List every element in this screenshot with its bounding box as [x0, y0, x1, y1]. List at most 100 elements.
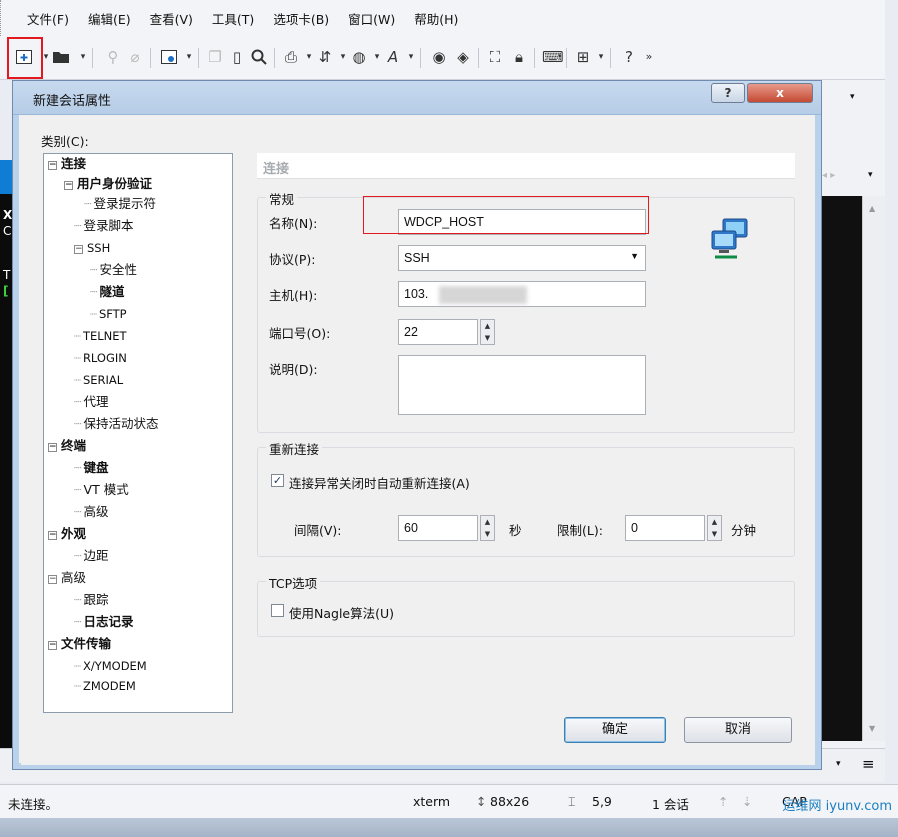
tree-item[interactable]: − 高级: [48, 570, 86, 586]
toolbar: ▾ ▾ ⚲ ⌀ ▾ ❐ ▯ ⎙ ▾ ⇵ ▾ ◍ ▾ A ▾ ◉ ◈ ⛶ 🔒︎ ⌨…: [0, 36, 885, 80]
dropdown-arrow-icon[interactable]: ▾: [850, 92, 855, 102]
tree-item[interactable]: ┈ 高级: [74, 504, 109, 520]
tree-item[interactable]: − 外观: [48, 526, 86, 542]
interval-input[interactable]: 60: [398, 515, 478, 541]
tree-item[interactable]: ┈ 登录提示符: [84, 196, 156, 212]
host-input[interactable]: 103.: [398, 281, 646, 307]
tree-branch-icon: ┈: [74, 329, 81, 343]
port-spinner[interactable]: ▲ ▼: [480, 319, 495, 345]
print-icon[interactable]: ⎙: [282, 48, 300, 66]
tree-collapse-icon[interactable]: −: [48, 575, 57, 584]
limit-input[interactable]: 0: [625, 515, 705, 541]
nagle-checkbox[interactable]: [271, 604, 284, 617]
category-tree[interactable]: − 连接 − 用户身份验证 ┈ 登录提示符 ┈ 登录脚本 − SSH ┈ 安全性 ┈ 隧道 ┈ SFTP ┈ TE…: [43, 153, 233, 713]
limit-unit: 分钟: [731, 523, 757, 538]
tree-branch-icon: ┈: [74, 373, 81, 387]
paste-icon[interactable]: ▯: [228, 48, 246, 66]
tree-collapse-icon[interactable]: −: [74, 245, 83, 254]
tree-item-label: 隧道: [99, 284, 125, 299]
lock-icon[interactable]: 🔒︎: [510, 48, 528, 66]
tree-item[interactable]: ┈ SERIAL: [74, 372, 123, 388]
port-input[interactable]: 22: [398, 319, 478, 345]
menu-tab[interactable]: 选项卡(B): [273, 9, 329, 28]
tree-item-label: 日志记录: [83, 614, 134, 629]
compose-icon[interactable]: ⊞: [574, 48, 592, 66]
tree-item[interactable]: ┈ 跟踪: [74, 592, 109, 608]
tree-branch-icon: ┈: [74, 482, 82, 497]
tree-item[interactable]: − 终端: [48, 438, 86, 454]
tree-item[interactable]: ┈ X/YMODEM: [74, 658, 147, 674]
compose-dropdown-icon[interactable]: ▾: [836, 759, 841, 769]
tree-item[interactable]: ┈ SFTP: [90, 306, 127, 322]
properties-icon[interactable]: [160, 48, 178, 66]
globe-icon[interactable]: ◍: [350, 48, 368, 66]
protocol-select[interactable]: SSH ▼: [398, 245, 646, 271]
tree-item[interactable]: ┈ VT 模式: [74, 482, 129, 498]
nagle-label[interactable]: 使用Nagle算法(U): [289, 603, 394, 622]
cancel-button[interactable]: 取消: [684, 717, 792, 743]
category-label: 类别(C):: [41, 134, 89, 149]
up-icon: ⇡: [718, 794, 729, 809]
menu-edit[interactable]: 编辑(E): [88, 9, 131, 28]
tree-item[interactable]: − SSH: [74, 240, 110, 256]
auto-reconnect-label[interactable]: 连接异常关闭时自动重新连接(A): [289, 473, 470, 492]
limit-spinner[interactable]: ▲ ▼: [707, 515, 722, 541]
tree-branch-icon: ┈: [74, 504, 82, 519]
tree-item-label: TELNET: [82, 329, 127, 343]
tree-collapse-icon[interactable]: −: [48, 531, 57, 540]
help-icon[interactable]: ?: [620, 48, 638, 66]
auto-reconnect-checkbox[interactable]: ✓: [271, 474, 284, 487]
protocol-label: 协议(P):: [269, 252, 316, 267]
tree-item[interactable]: ┈ ZMODEM: [74, 678, 136, 694]
font-icon[interactable]: A: [384, 48, 402, 66]
tree-collapse-icon[interactable]: −: [48, 641, 57, 650]
tree-item[interactable]: ┈ RLOGIN: [74, 350, 127, 366]
dialog-titlebar[interactable]: 新建会话属性 ? x: [13, 81, 821, 115]
tree-item[interactable]: ┈ 边距: [74, 548, 109, 564]
menu-help[interactable]: 帮助(H): [414, 9, 458, 28]
fullscreen-icon[interactable]: ⛶: [486, 48, 504, 66]
toolbar-more-icon[interactable]: »: [640, 48, 658, 66]
tcp-group-title: TCP选项: [266, 573, 321, 592]
open-folder-icon[interactable]: [52, 48, 70, 66]
transfer-icon[interactable]: ⇵: [316, 48, 334, 66]
menu-window[interactable]: 窗口(W): [348, 9, 395, 28]
general-group-title: 常规: [266, 189, 298, 208]
tree-branch-icon: ┈: [74, 416, 82, 431]
menu-file[interactable]: 文件(F): [27, 9, 69, 28]
interval-spinner[interactable]: ▲ ▼: [480, 515, 495, 541]
down-icon: ⇣: [742, 794, 753, 809]
xmanager-icon[interactable]: ◉: [430, 48, 448, 66]
tree-item[interactable]: ┈ 代理: [74, 394, 109, 410]
tree-item[interactable]: ┈ 隧道: [90, 284, 125, 300]
xftp-icon[interactable]: ◈: [454, 48, 472, 66]
tree-item[interactable]: ┈ TELNET: [74, 328, 127, 344]
redacted-host: [439, 286, 527, 304]
tab-menu-icon[interactable]: ▾: [868, 170, 873, 180]
tree-collapse-icon[interactable]: −: [48, 161, 57, 170]
name-label: 名称(N):: [269, 216, 318, 231]
tab-scroll-icon[interactable]: ◂ ▸: [822, 170, 835, 181]
tree-item[interactable]: − 用户身份验证: [64, 176, 152, 192]
tree-item[interactable]: ┈ 登录脚本: [74, 218, 134, 234]
disconnect-icon: ⌀: [130, 48, 140, 66]
tree-item[interactable]: ┈ 安全性: [90, 262, 137, 278]
menu-lines-icon[interactable]: ≡: [862, 755, 875, 773]
tree-item[interactable]: ┈ 日志记录: [74, 614, 134, 630]
tree-item[interactable]: ┈ 保持活动状态: [74, 416, 159, 432]
ok-button[interactable]: 确定: [564, 717, 666, 743]
menu-view[interactable]: 查看(V): [150, 9, 193, 28]
description-input[interactable]: [398, 355, 646, 415]
tree-item[interactable]: − 文件传输: [48, 636, 111, 652]
tree-item[interactable]: ┈ 键盘: [74, 460, 109, 476]
terminal-scrollbar[interactable]: ▲ ▼: [862, 196, 885, 741]
keyboard-icon[interactable]: ⌨: [542, 48, 564, 66]
dialog-close-button[interactable]: x: [747, 83, 813, 103]
menu-tools[interactable]: 工具(T): [212, 9, 254, 28]
tree-collapse-icon[interactable]: −: [48, 443, 57, 452]
tree-collapse-icon[interactable]: −: [64, 181, 73, 190]
find-icon[interactable]: [250, 48, 268, 66]
dialog-help-button[interactable]: ?: [711, 83, 745, 103]
tree-item[interactable]: − 连接: [48, 156, 86, 172]
new-session-highlight: [7, 37, 43, 79]
